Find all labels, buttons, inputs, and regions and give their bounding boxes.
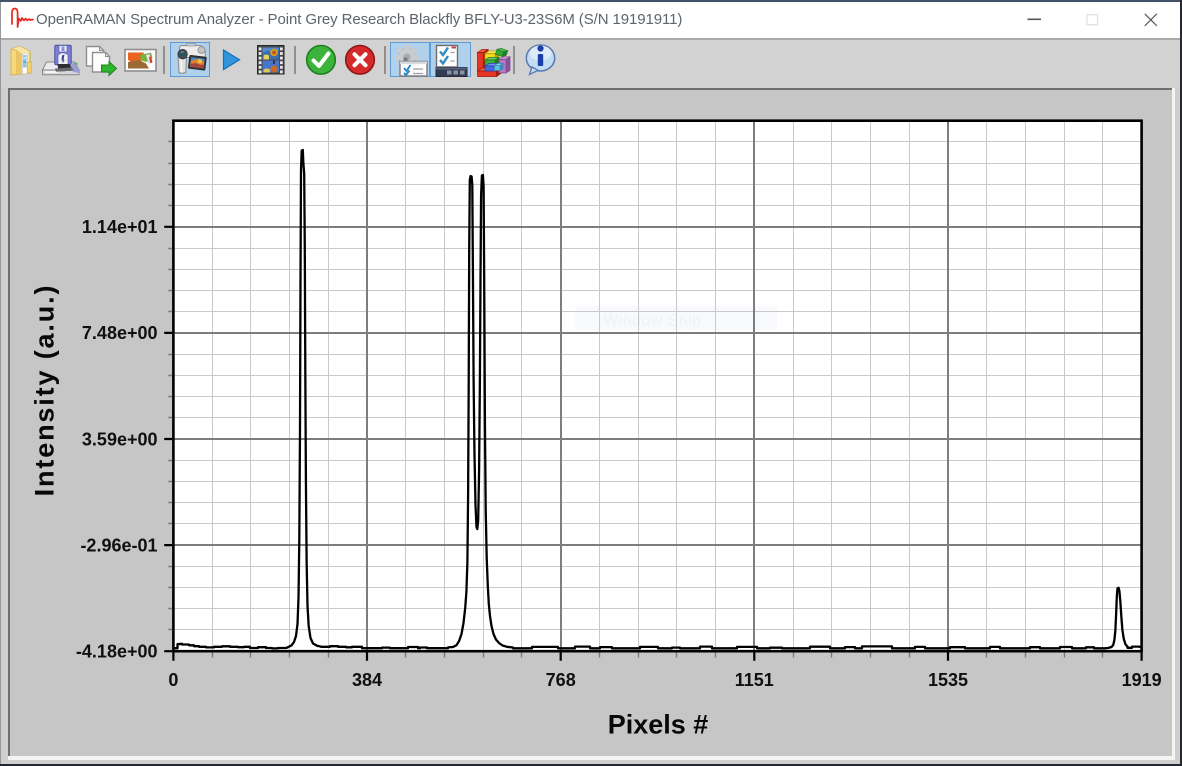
svg-text:7.48e+00: 7.48e+00 [82,323,158,343]
svg-text:Pixels #: Pixels # [608,710,709,740]
svg-text:768: 768 [546,670,576,690]
svg-text:0: 0 [168,670,178,690]
svg-text:1.14e+01: 1.14e+01 [82,217,158,237]
svg-text:Window Snip: Window Snip [603,313,701,330]
svg-text:3.59e+00: 3.59e+00 [82,429,158,449]
svg-text:-2.96e-01: -2.96e-01 [80,535,157,555]
svg-text:Intensity (a.u.): Intensity (a.u.) [30,284,60,497]
svg-text:1535: 1535 [928,670,968,690]
svg-text:1919: 1919 [1122,670,1162,690]
svg-text:-4.18e+00: -4.18e+00 [76,642,158,662]
svg-text:1151: 1151 [735,670,774,690]
svg-text:384: 384 [352,670,382,690]
